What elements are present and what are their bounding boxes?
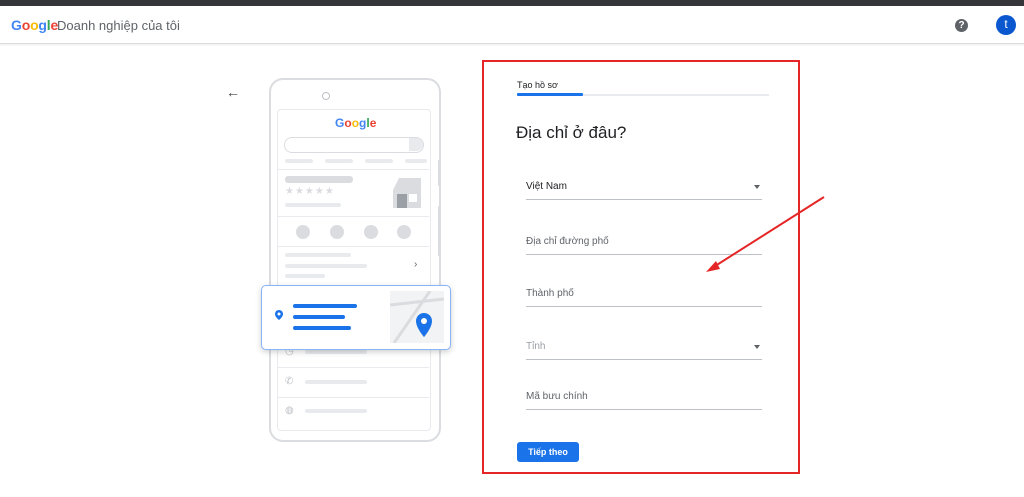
annotation-arrow [706,196,825,272]
